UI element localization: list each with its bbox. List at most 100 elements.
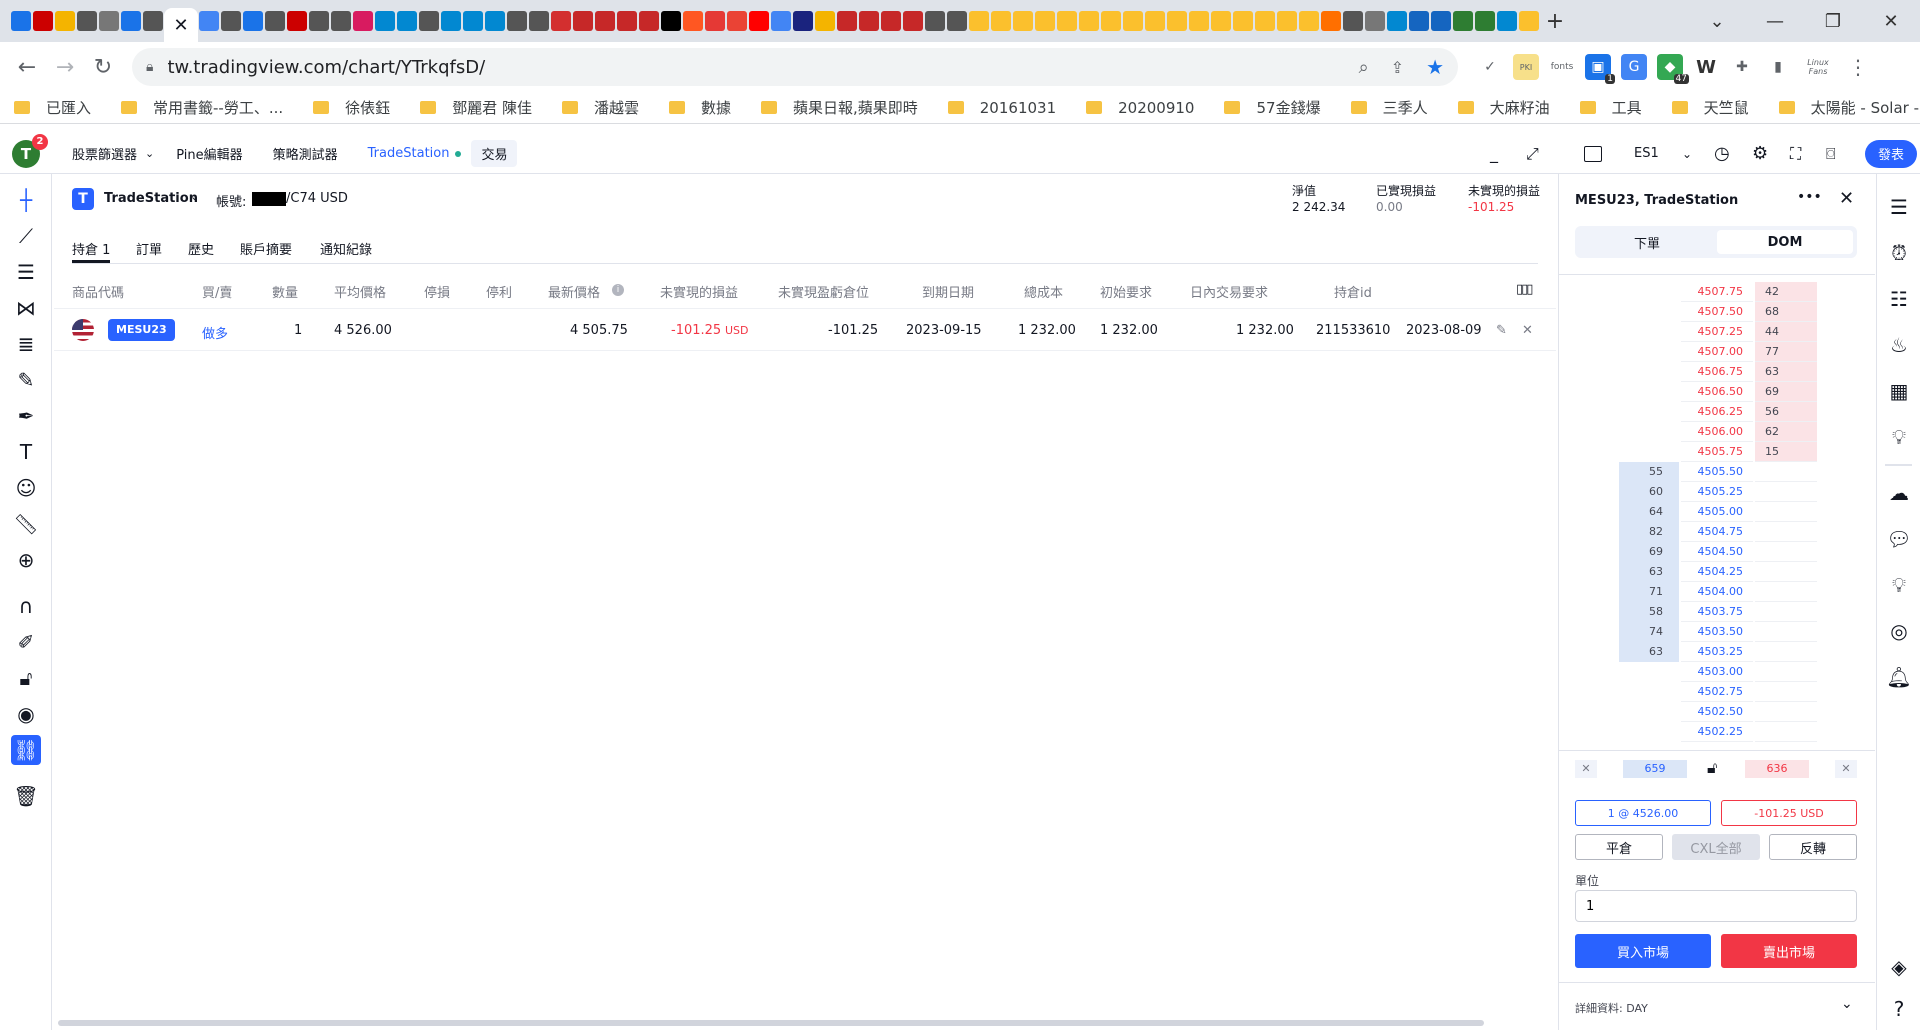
col-unrealized-pos[interactable]: 未實現盈虧倉位 <box>778 282 869 301</box>
help-icon[interactable]: ? <box>1877 986 1920 1032</box>
browser-tab-favicon-icon[interactable] <box>1255 11 1275 31</box>
magnet-icon[interactable]: ∩ <box>0 588 52 624</box>
alarm-icon[interactable]: ⏰︎ <box>1877 230 1920 276</box>
dom-bid-size[interactable] <box>1619 422 1679 442</box>
dom-price[interactable]: 4503.25 <box>1681 642 1753 662</box>
trendline-icon[interactable]: ⟋ <box>0 218 52 254</box>
link-icon[interactable]: ⛓ <box>11 735 41 765</box>
browser-tab-favicon-icon[interactable] <box>353 11 373 31</box>
fonts-ext-icon[interactable]: fonts <box>1549 54 1575 80</box>
tab-orders[interactable]: 訂單 <box>136 239 162 258</box>
browser-tab-favicon-icon[interactable] <box>1013 11 1033 31</box>
dom-bid-size[interactable] <box>1619 362 1679 382</box>
tab-notifications[interactable]: 通知紀錄 <box>320 239 372 258</box>
browser-tab-favicon-icon[interactable] <box>143 11 163 31</box>
cancel-all-button[interactable]: CXL全部 <box>1672 834 1760 860</box>
chevron-down-icon[interactable]: ⌄ <box>190 190 199 203</box>
more-menu-icon[interactable]: ⋮ <box>1845 54 1871 80</box>
bookmark-item[interactable]: 20200910 <box>1086 99 1194 117</box>
dom-ask-size[interactable]: 42 <box>1755 282 1817 302</box>
browser-tab-favicon-icon[interactable] <box>551 11 571 31</box>
info-icon[interactable]: i <box>612 284 624 296</box>
bookmark-item[interactable]: 數據 <box>668 97 731 118</box>
reload-icon[interactable]: ↻ <box>84 48 122 86</box>
browser-tab-favicon-icon[interactable] <box>815 11 835 31</box>
bookmark-item[interactable]: 已匯入 <box>14 97 91 118</box>
dom-ask-size[interactable] <box>1755 662 1817 682</box>
browser-tab-favicon-icon[interactable] <box>199 11 219 31</box>
col-side[interactable]: 買/賣 <box>202 282 232 301</box>
browser-tab-favicon-icon[interactable] <box>1453 11 1473 31</box>
translate-ext-icon[interactable]: G <box>1621 54 1647 80</box>
dom-price[interactable]: 4503.00 <box>1681 662 1753 682</box>
horizontal-scrollbar[interactable] <box>58 1020 1484 1026</box>
dom-ask-size[interactable] <box>1755 722 1817 742</box>
dom-row[interactable]: 4507.75 42 <box>1619 282 1817 302</box>
bookmark-item[interactable]: 鄧麗君 陳佳 <box>420 97 532 118</box>
browser-tab-favicon-icon[interactable] <box>1475 11 1495 31</box>
minimize-button[interactable]: — <box>1746 0 1804 42</box>
browser-tab-favicon-icon[interactable] <box>1387 11 1407 31</box>
dom-bid-size[interactable] <box>1619 442 1679 462</box>
dom-price[interactable]: 4506.00 <box>1681 422 1753 442</box>
browser-tab-favicon-icon[interactable] <box>1167 11 1187 31</box>
browser-tab-favicon-icon[interactable] <box>1431 11 1451 31</box>
maximize-panel-icon[interactable]: ⤢ <box>1526 144 1539 164</box>
dom-row[interactable]: 60 4505.25 <box>1619 482 1817 502</box>
browser-tab-favicon-icon[interactable] <box>661 11 681 31</box>
bookmark-item[interactable]: 三季人 <box>1350 97 1428 118</box>
browser-tab-favicon-icon[interactable] <box>771 11 791 31</box>
browser-tab-favicon-icon[interactable] <box>1211 11 1231 31</box>
dom-bid-size[interactable]: 74 <box>1619 622 1679 642</box>
dom-price[interactable]: 4505.75 <box>1681 442 1753 462</box>
minimize-panel-icon[interactable]: _ <box>1490 144 1498 163</box>
browser-tab-favicon-icon[interactable] <box>1519 11 1539 31</box>
dom-ladder[interactable]: 4507.75 42 4507.50 68 4507.25 44 4507.00 77 4506… <box>1559 282 1875 748</box>
account-suffix[interactable]: /C74 USD <box>286 191 348 206</box>
lock-icon[interactable]: 🔒︎ <box>146 59 153 75</box>
browser-tab-favicon-icon[interactable] <box>11 11 31 31</box>
prediction-icon[interactable]: ≣ <box>0 326 52 362</box>
browser-tab-favicon-icon[interactable] <box>859 11 879 31</box>
pnl-button[interactable]: -101.25 USD <box>1721 800 1857 826</box>
omnibox[interactable]: 🔒︎ tw.tradingview.com/chart/YTrkqfsD/ ⌕ … <box>132 48 1458 86</box>
dom-ask-size[interactable]: 56 <box>1755 402 1817 422</box>
dom-row[interactable]: 63 4504.25 <box>1619 562 1817 582</box>
browser-tab-favicon-icon[interactable] <box>1497 11 1517 31</box>
col-take-profit[interactable]: 停利 <box>486 282 512 301</box>
browser-tab-favicon-icon[interactable] <box>1189 11 1209 31</box>
browser-tab-favicon-icon[interactable] <box>1365 11 1385 31</box>
dom-row[interactable]: 64 4505.00 <box>1619 502 1817 522</box>
dom-ask-size[interactable]: 69 <box>1755 382 1817 402</box>
layout-icon[interactable] <box>1584 145 1602 162</box>
browser-tab-favicon-icon[interactable] <box>903 11 923 31</box>
lock-icon[interactable]: 🔓︎ <box>0 660 52 696</box>
maximize-button[interactable]: ❐ <box>1804 0 1862 42</box>
close-icon[interactable]: ✕ <box>1839 188 1854 209</box>
ext-badge-1-icon[interactable]: ▣ 1 <box>1585 54 1615 84</box>
sell-market-button[interactable]: 賣出市場 <box>1721 934 1857 968</box>
camera-icon[interactable]: ⌼ <box>1826 144 1836 164</box>
browser-tab-favicon-icon[interactable] <box>77 11 97 31</box>
chevron-down-icon[interactable]: ⌄ <box>1682 147 1692 161</box>
flatten-button[interactable]: 平倉 <box>1575 834 1663 860</box>
col-last-price[interactable]: 最新價格 <box>548 282 600 301</box>
browser-tab-favicon-icon[interactable] <box>1321 11 1341 31</box>
active-tab[interactable]: ✕ <box>164 8 198 42</box>
browser-tab-favicon-icon[interactable] <box>221 11 241 31</box>
browser-tab-favicon-icon[interactable] <box>947 11 967 31</box>
browser-tab-favicon-icon[interactable] <box>1035 11 1055 31</box>
brush-icon[interactable]: ✎ <box>0 362 52 398</box>
dom-price[interactable]: 4507.50 <box>1681 302 1753 322</box>
browser-tab-favicon-icon[interactable] <box>991 11 1011 31</box>
cancel-bids-icon[interactable]: ✕ <box>1575 760 1597 778</box>
dom-price[interactable]: 4506.50 <box>1681 382 1753 402</box>
bookmark-item[interactable]: 潘越雲 <box>561 97 639 118</box>
tab-tradestation[interactable]: TradeStation <box>368 146 450 161</box>
dom-row[interactable]: 4507.25 44 <box>1619 322 1817 342</box>
close-position-icon[interactable]: ✕ <box>1522 323 1533 338</box>
browser-tab-favicon-icon[interactable] <box>33 11 53 31</box>
dom-ask-size[interactable]: 15 <box>1755 442 1817 462</box>
bookmark-item[interactable]: 工具 <box>1579 97 1642 118</box>
cancel-asks-icon[interactable]: ✕ <box>1835 760 1857 778</box>
